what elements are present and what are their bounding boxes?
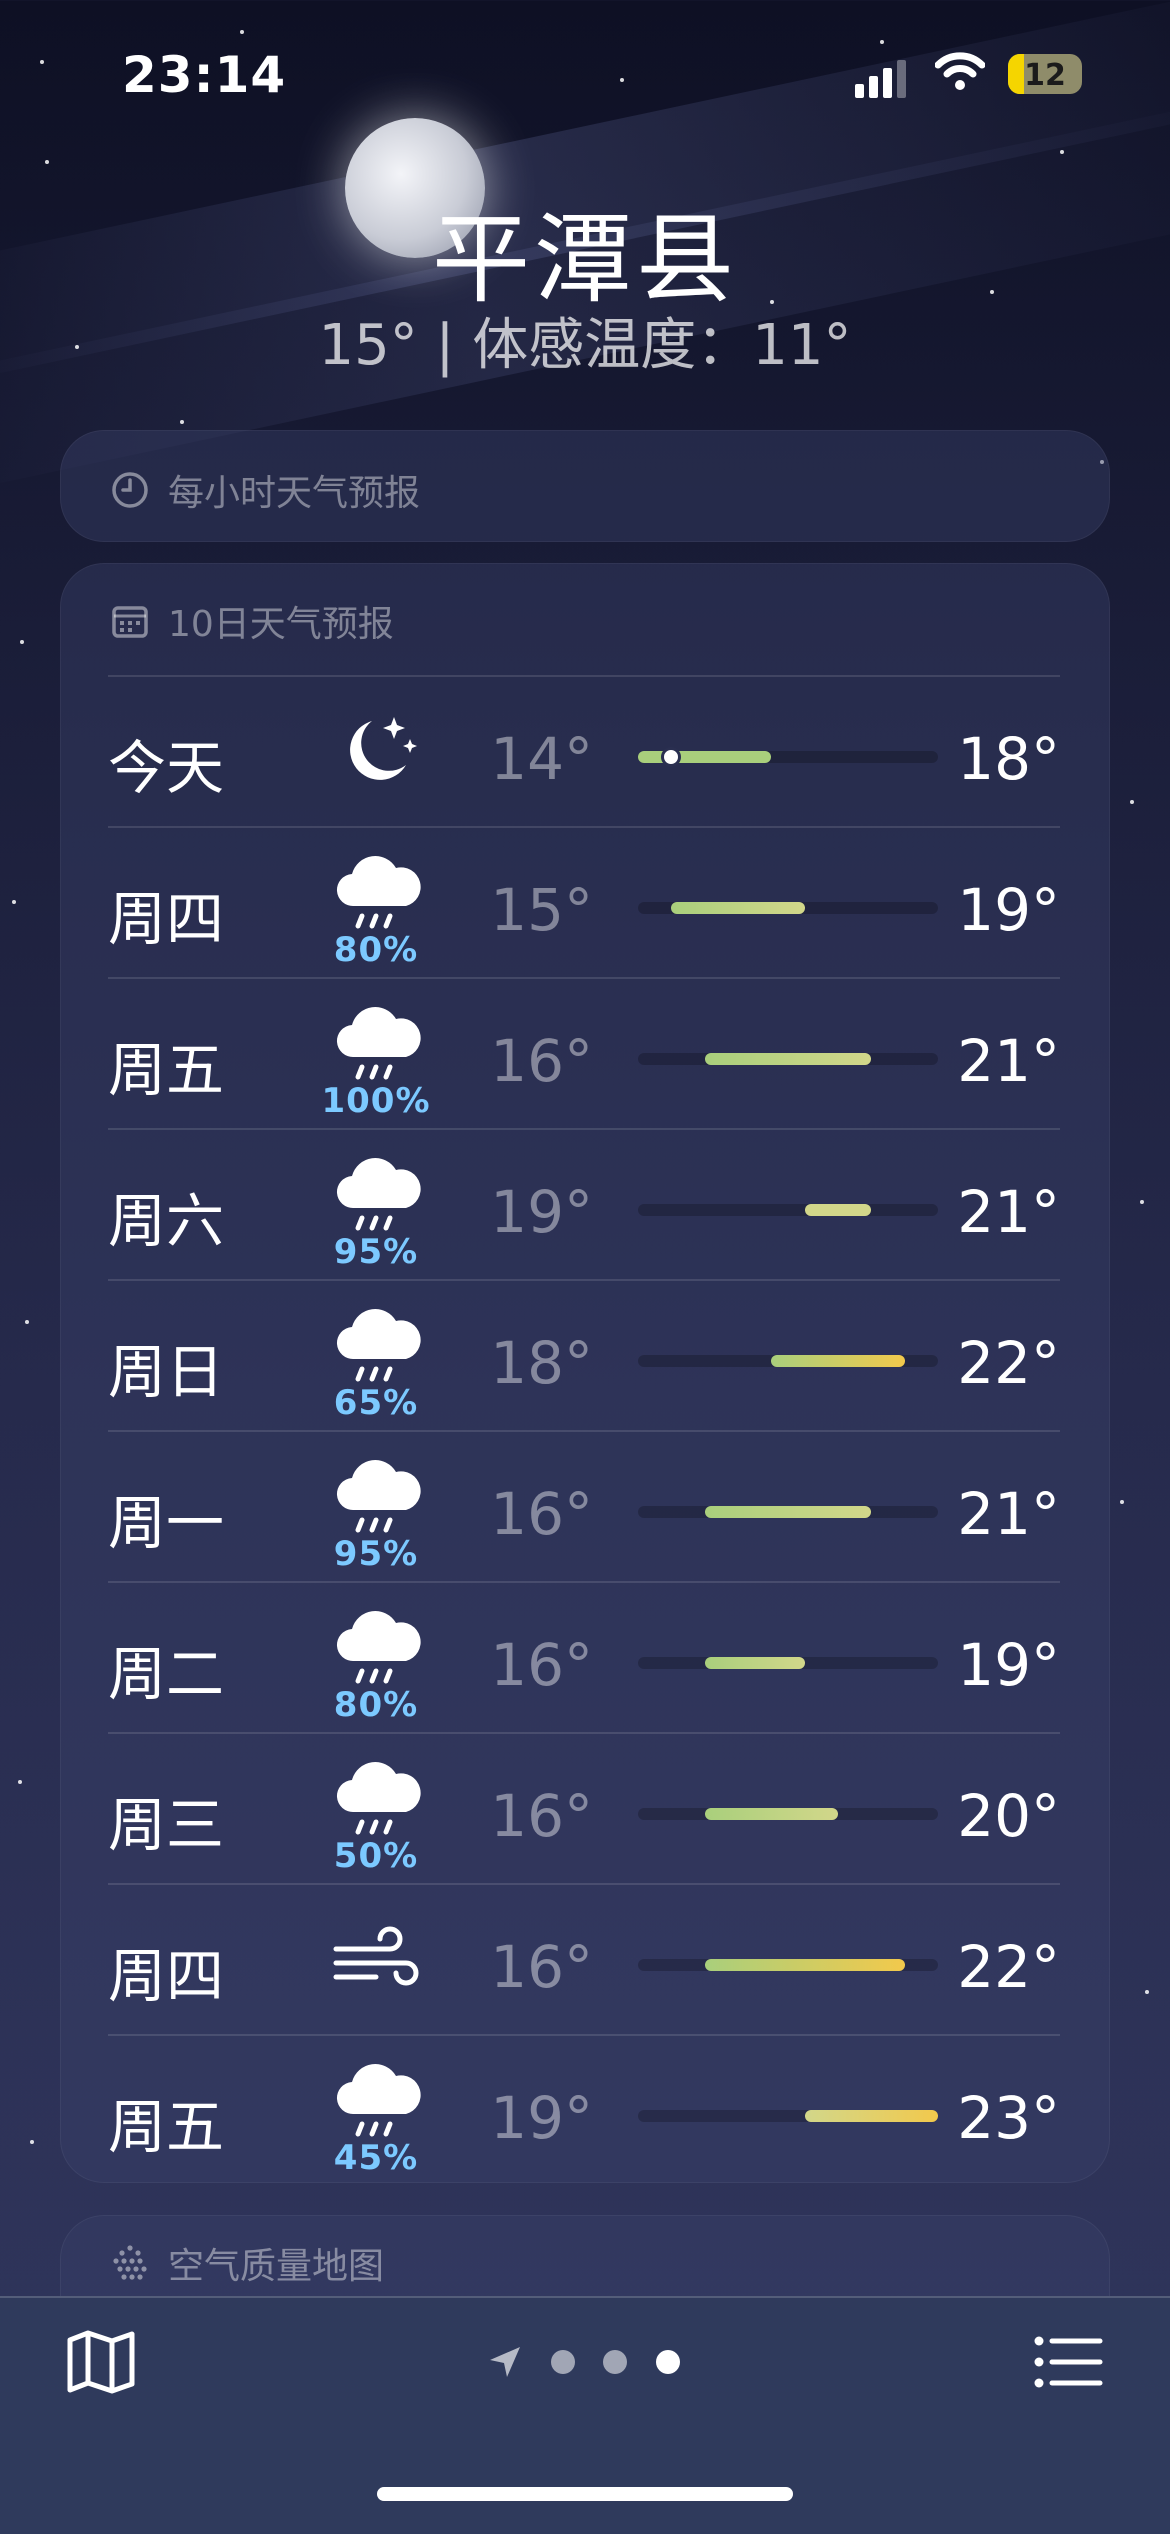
- precip-chance: 100%: [321, 1081, 431, 1121]
- list-icon[interactable]: [1034, 2336, 1104, 2388]
- ten-day-forecast-title: 10日天气预报: [168, 604, 394, 645]
- temp-range-bar: [804, 1204, 872, 1216]
- page-dot[interactable]: [551, 2350, 575, 2374]
- low-temp: 15°: [490, 876, 593, 944]
- temp-range-bar: [671, 902, 805, 914]
- temp-range-track: [638, 902, 938, 914]
- calendar-icon: [112, 606, 148, 638]
- temp-range-bar: [804, 2110, 938, 2122]
- low-temp: 14°: [490, 725, 593, 793]
- precip-chance: 95%: [333, 1232, 419, 1272]
- forecast-row[interactable]: 今天 14° 18°: [108, 675, 1060, 828]
- current-temp-dot: [661, 747, 682, 767]
- battery-icon: 12: [1008, 54, 1082, 94]
- air-quality-header: 空气质量地图: [110, 2237, 384, 2289]
- temp-range-bar: [704, 1506, 872, 1518]
- temp-range-track: [638, 1657, 938, 1669]
- forecast-row[interactable]: 周三 50% 16° 20°: [108, 1732, 1060, 1885]
- status-time: 23:14: [122, 46, 287, 104]
- high-temp: 21°: [957, 1480, 1060, 1548]
- low-temp: 19°: [490, 1178, 593, 1246]
- forecast-day: 周四: [108, 1942, 225, 2010]
- battery-level: 12: [1024, 58, 1066, 93]
- temp-range-track: [638, 2110, 938, 2122]
- forecast-row[interactable]: 周一 95% 16° 21°: [108, 1430, 1060, 1583]
- high-temp: 19°: [957, 1631, 1060, 1699]
- hourly-forecast-header: 每小时天气预报: [110, 464, 420, 516]
- location-arrow-icon[interactable]: [488, 2345, 522, 2379]
- precip-chance: 95%: [333, 1534, 419, 1574]
- temp-range-bar: [638, 751, 772, 763]
- forecast-day: 周一: [108, 1489, 225, 1557]
- dots-grid-icon: [113, 2245, 147, 2280]
- low-temp: 16°: [490, 1933, 593, 2001]
- wifi-icon: [935, 52, 985, 90]
- low-temp: 16°: [490, 1782, 593, 1850]
- forecast-row[interactable]: 周日 65% 18° 22°: [108, 1279, 1060, 1432]
- page-dot-active[interactable]: [656, 2350, 680, 2374]
- forecast-day: 周五: [108, 1036, 225, 1104]
- hourly-forecast-title: 每小时天气预报: [168, 473, 421, 514]
- forecast-day: 周四: [108, 885, 225, 953]
- forecast-day: 周日: [108, 1338, 225, 1406]
- temp-range-track: [638, 1204, 938, 1216]
- high-temp: 20°: [957, 1782, 1060, 1850]
- temp-range-bar: [704, 1959, 905, 1971]
- cellular-signal-icon: [855, 60, 906, 98]
- low-temp: 19°: [490, 2084, 593, 2152]
- forecast-row[interactable]: 周六 95% 19° 21°: [108, 1128, 1060, 1281]
- high-temp: 23°: [957, 2084, 1060, 2152]
- clock-icon: [112, 472, 148, 508]
- precip-chance: 50%: [333, 1836, 419, 1876]
- high-temp: 22°: [957, 1329, 1060, 1397]
- forecast-row[interactable]: 周五 100% 16° 21°: [108, 977, 1060, 1130]
- temp-range-bar: [771, 1355, 905, 1367]
- precip-chance: 45%: [333, 2138, 419, 2178]
- ten-day-forecast-header: 10日天气预报: [110, 595, 394, 647]
- temp-range-bar: [704, 1053, 872, 1065]
- temp-range-track: [638, 1959, 938, 1971]
- forecast-row[interactable]: 周五 45% 19° 23°: [108, 2034, 1060, 2187]
- high-temp: 22°: [957, 1933, 1060, 2001]
- temp-range-track: [638, 1506, 938, 1518]
- temp-range-bar: [704, 1808, 838, 1820]
- low-temp: 16°: [490, 1480, 593, 1548]
- wind-icon: [328, 1907, 424, 2017]
- hourly-forecast-card[interactable]: 每小时天气预报: [60, 430, 1110, 542]
- home-indicator: [377, 2487, 793, 2501]
- low-temp: 16°: [490, 1027, 593, 1095]
- forecast-day: 今天: [108, 734, 225, 802]
- precip-chance: 80%: [333, 930, 419, 970]
- page-dot[interactable]: [603, 2350, 627, 2374]
- precip-chance: 65%: [333, 1383, 419, 1423]
- forecast-day: 周五: [108, 2093, 225, 2161]
- current-conditions: 15° | 体感温度：11°: [318, 313, 852, 378]
- low-temp: 16°: [490, 1631, 593, 1699]
- high-temp: 18°: [957, 725, 1060, 793]
- forecast-day: 周二: [108, 1640, 225, 1708]
- forecast-row[interactable]: 周二 80% 16° 19°: [108, 1581, 1060, 1734]
- temp-range-bar: [704, 1657, 805, 1669]
- temp-range-track: [638, 747, 938, 767]
- temp-range-track: [638, 1808, 938, 1820]
- temp-range-track: [638, 1355, 938, 1367]
- air-quality-title: 空气质量地图: [168, 2246, 385, 2287]
- forecast-row[interactable]: 周四 80% 15° 19°: [108, 826, 1060, 979]
- high-temp: 21°: [957, 1178, 1060, 1246]
- forecast-row[interactable]: 周四 16° 22°: [108, 1883, 1060, 2036]
- precip-chance: 80%: [333, 1685, 419, 1725]
- high-temp: 21°: [957, 1027, 1060, 1095]
- high-temp: 19°: [957, 876, 1060, 944]
- forecast-day: 周六: [108, 1187, 225, 1255]
- temp-range-track: [638, 1053, 938, 1065]
- forecast-day: 周三: [108, 1791, 225, 1859]
- low-temp: 18°: [490, 1329, 593, 1397]
- moon-stars-icon: [328, 699, 424, 809]
- map-icon[interactable]: [66, 2330, 136, 2394]
- ten-day-forecast-card[interactable]: 10日天气预报 今天 14° 18° 周四 80% 15° 19° 周五 100% 16° 21° 周…: [60, 563, 1110, 2183]
